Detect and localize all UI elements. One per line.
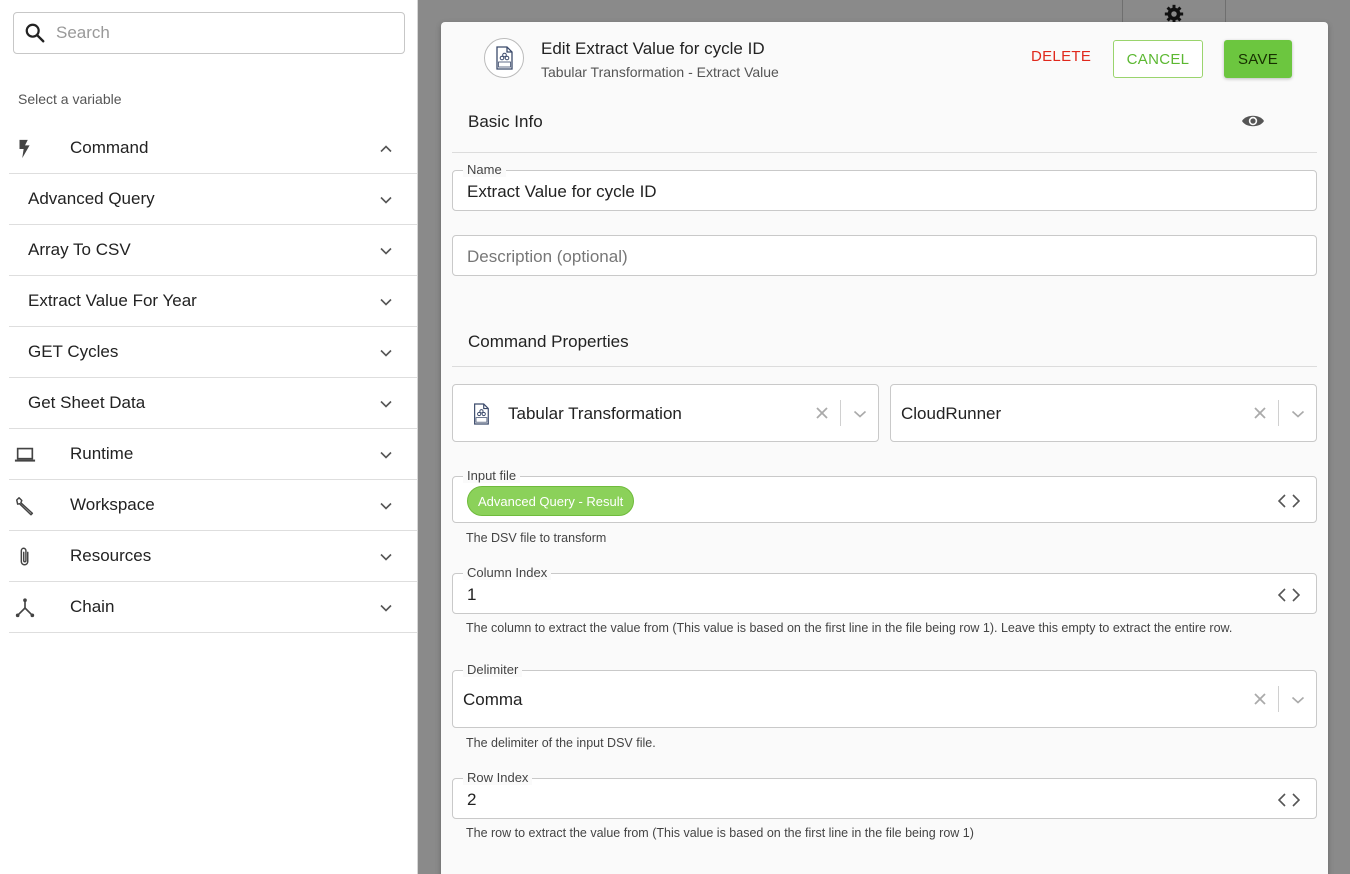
variable-item-get-cycles[interactable]: GET Cycles [9, 327, 417, 378]
column-index-label: Column Index [463, 566, 552, 580]
description-field[interactable]: Description (optional) [452, 235, 1317, 276]
row-index-help: The row to extract the value from (This … [466, 826, 974, 840]
code-icon[interactable] [1278, 494, 1300, 508]
category-chain[interactable]: Chain [9, 582, 417, 633]
runner-select-value: CloudRunner [901, 404, 1002, 423]
variable-item-advanced-query[interactable]: Advanced Query [9, 174, 417, 225]
clear-icon[interactable] [1254, 693, 1266, 705]
row-index-label: Row Index [463, 771, 533, 785]
column-index-value: 1 [467, 585, 477, 604]
divider [452, 366, 1317, 367]
delimiter-value: Comma [463, 690, 523, 709]
name-label: Name [463, 163, 506, 177]
column-index-help: The column to extract the value from (Th… [466, 621, 1233, 635]
chevron-down-icon[interactable] [379, 193, 393, 207]
command-properties-heading: Command Properties [468, 332, 629, 351]
save-button[interactable]: SAVE [1224, 40, 1292, 78]
search-input[interactable] [56, 23, 376, 43]
settings-tab[interactable] [1122, 0, 1226, 24]
chevron-down-icon[interactable] [1291, 694, 1305, 706]
delimiter-label: Delimiter [463, 663, 523, 677]
paperclip-icon [13, 545, 37, 569]
chain-icon [13, 596, 37, 620]
input-file-label: Input file [463, 469, 521, 483]
runner-select[interactable]: CloudRunner [890, 384, 1317, 442]
chevron-down-icon[interactable] [379, 499, 393, 513]
dialog-title: Edit Extract Value for cycle ID [541, 39, 765, 58]
select-separator [1278, 686, 1279, 712]
category-label: Runtime [70, 444, 134, 463]
chevron-down-icon[interactable] [379, 448, 393, 462]
chevron-down-icon[interactable] [379, 397, 393, 411]
category-label: Resources [70, 546, 152, 565]
wrench-icon [13, 494, 37, 518]
description-placeholder: Description (optional) [467, 247, 628, 266]
variable-label: Advanced Query [28, 189, 155, 208]
code-icon[interactable] [1278, 793, 1300, 807]
delimiter-help: The delimiter of the input DSV file. [466, 736, 656, 750]
edit-command-dialog: Edit Extract Value for cycle ID Tabular … [441, 22, 1328, 874]
divider [452, 152, 1317, 153]
variable-panel: Select a variable Command Advanced Query… [0, 0, 418, 874]
variable-item-get-sheet-data[interactable]: Get Sheet Data [9, 378, 417, 429]
bolt-icon [13, 137, 37, 161]
cancel-button[interactable]: CANCEL [1113, 40, 1203, 78]
category-runtime[interactable]: Runtime [9, 429, 417, 480]
code-icon[interactable] [1278, 588, 1300, 602]
category-workspace[interactable]: Workspace [9, 480, 417, 531]
chevron-down-icon[interactable] [379, 601, 393, 615]
chevron-down-icon[interactable] [379, 346, 393, 360]
variable-label: Extract Value For Year [28, 291, 197, 310]
variable-label: GET Cycles [28, 342, 119, 361]
select-separator [1278, 400, 1279, 426]
row-index-field[interactable]: Row Index 2 [452, 771, 1317, 819]
category-label: Chain [70, 597, 115, 616]
chevron-down-icon[interactable] [379, 244, 393, 258]
eye-icon[interactable] [1241, 112, 1265, 130]
command-select-value: Tabular Transformation [508, 404, 682, 423]
input-file-field[interactable]: Input file Advanced Query - Result [452, 469, 1317, 523]
category-label: Command [70, 138, 149, 157]
name-value: Extract Value for cycle ID [467, 182, 657, 201]
laptop-icon [13, 443, 37, 467]
search-box[interactable] [13, 12, 405, 54]
variable-chip[interactable]: Advanced Query - Result [467, 486, 635, 516]
select-variable-label: Select a variable [18, 91, 122, 107]
chevron-down-icon[interactable] [1291, 408, 1305, 420]
chevron-down-icon[interactable] [379, 295, 393, 309]
command-select[interactable]: Tabular Transformation [452, 384, 879, 442]
chevron-up-icon[interactable] [379, 142, 393, 156]
tab-file-icon [474, 403, 489, 425]
variable-item-extract-value-for-year[interactable]: Extract Value For Year [9, 276, 417, 327]
name-field[interactable]: Name Extract Value for cycle ID [452, 163, 1317, 211]
chevron-down-icon[interactable] [853, 408, 867, 420]
variable-label: Get Sheet Data [28, 393, 146, 412]
column-index-field[interactable]: Column Index 1 [452, 566, 1317, 614]
search-icon [25, 23, 45, 43]
input-file-help: The DSV file to transform [466, 531, 607, 545]
delete-button[interactable]: DELETE [1031, 48, 1091, 65]
row-index-value: 2 [467, 790, 477, 809]
variable-list: Command Advanced Query Array To CSV Extr… [9, 123, 417, 633]
category-label: Workspace [70, 495, 155, 514]
chevron-down-icon[interactable] [379, 550, 393, 564]
variable-label: Array To CSV [28, 240, 131, 259]
delimiter-select[interactable]: Delimiter Comma [452, 663, 1317, 728]
dialog-subtitle: Tabular Transformation - Extract Value [541, 64, 779, 80]
clear-icon[interactable] [816, 407, 828, 419]
category-resources[interactable]: Resources [9, 531, 417, 582]
tab-file-icon [484, 38, 524, 78]
category-command[interactable]: Command [9, 123, 417, 174]
basic-info-heading: Basic Info [468, 112, 543, 131]
variable-item-array-to-csv[interactable]: Array To CSV [9, 225, 417, 276]
select-separator [840, 400, 841, 426]
clear-icon[interactable] [1254, 407, 1266, 419]
